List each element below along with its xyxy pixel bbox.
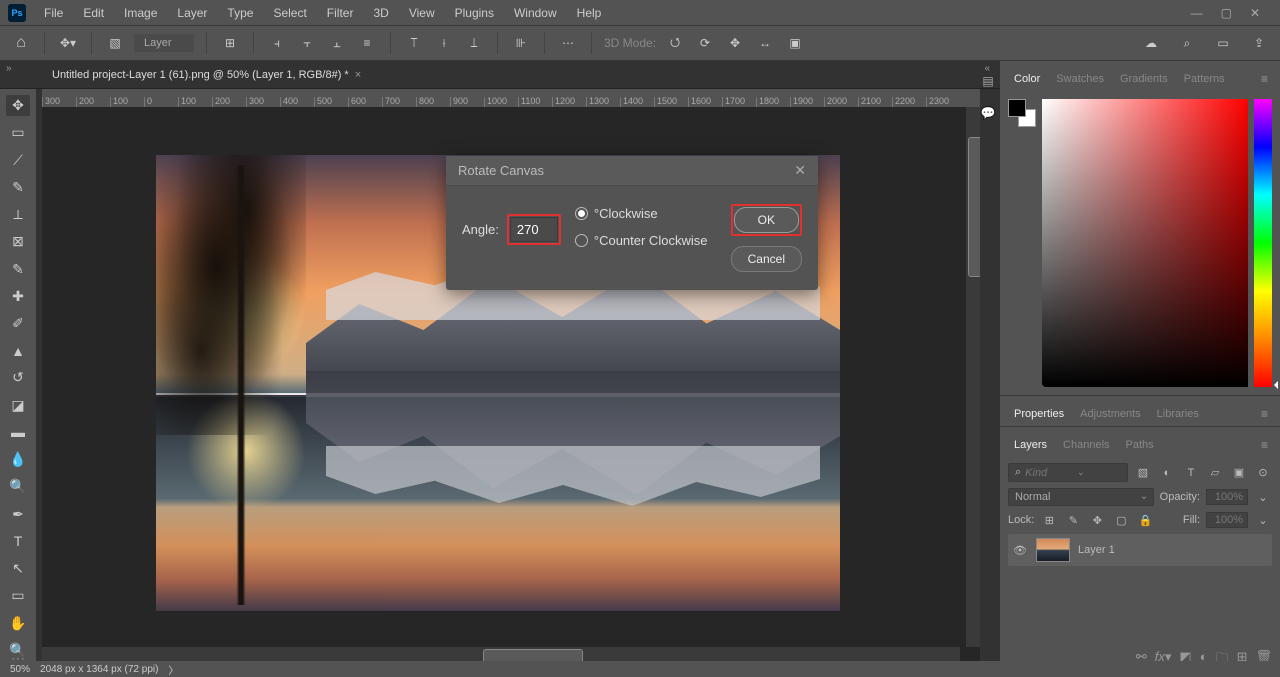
ok-button[interactable]: OK xyxy=(734,207,799,233)
angle-label: Angle: xyxy=(462,222,499,237)
radio-dot-icon xyxy=(575,234,588,247)
dialog-titlebar[interactable]: Rotate Canvas ✕ xyxy=(446,156,818,186)
rotate-canvas-dialog: Rotate Canvas ✕ Angle: °Clockwise °Count… xyxy=(446,156,818,290)
radio-clockwise[interactable]: °Clockwise xyxy=(575,206,708,221)
ok-highlight: OK xyxy=(731,204,802,236)
angle-highlight xyxy=(507,214,561,245)
angle-input[interactable] xyxy=(510,217,558,242)
clockwise-label: °Clockwise xyxy=(594,206,658,221)
dialog-close-icon[interactable]: ✕ xyxy=(794,162,806,179)
cancel-button[interactable]: Cancel xyxy=(731,246,802,272)
radio-counter-clockwise[interactable]: °Counter Clockwise xyxy=(575,233,708,248)
radio-dot-selected-icon xyxy=(575,207,588,220)
counter-clockwise-label: °Counter Clockwise xyxy=(594,233,708,248)
modal-overlay: Rotate Canvas ✕ Angle: °Clockwise °Count… xyxy=(0,0,1280,677)
dialog-title: Rotate Canvas xyxy=(458,163,544,178)
